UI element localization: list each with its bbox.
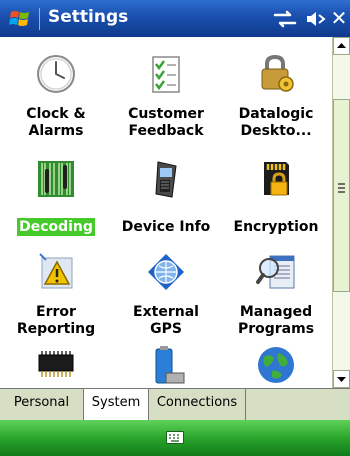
tab-system[interactable]: System [84,389,149,420]
tab-bar: Personal System Connections [0,388,350,420]
item-label-line1: Device Info [121,219,211,235]
connectivity-icon[interactable] [273,10,297,28]
scroll-up-button[interactable] [333,37,350,55]
item-label-line1: External [133,304,199,320]
item-label-line2: Feedback [128,123,204,139]
vertical-scrollbar[interactable] [332,37,350,388]
magnifier-window-icon [256,255,295,289]
item-label-line2: Reporting [16,321,96,337]
item-label-line1: Encryption [233,219,319,235]
grip-icon [338,183,345,193]
item-label-line1: Customer [128,106,204,122]
item-external-gps[interactable]: External GPS [110,252,222,352]
item-managed-programs[interactable]: Managed Programs [220,252,332,352]
item-device-info[interactable]: Device Info [110,159,222,249]
handheld-device-icon [155,161,177,198]
gps-globe-icon [148,254,184,290]
volume-icon[interactable] [304,9,326,29]
item-label-line1: Error [36,304,76,320]
item-clock-alarms[interactable]: Clock & Alarms [0,54,112,154]
warning-icon [39,253,73,289]
menu-bar [0,420,350,456]
clipboard-check-icon [152,56,180,93]
item-power[interactable] [110,345,222,388]
lock-gear-icon [261,54,294,92]
memory-chip-icon [38,351,74,377]
arrow-down-icon [337,377,346,382]
item-memory[interactable] [0,345,112,388]
item-customer-feedback[interactable]: Customer Feedback [110,54,222,154]
item-label-line1: Clock & [26,106,86,122]
item-datalogic-desktop[interactable]: Datalogic Deskto... [220,54,332,154]
item-label-line1: Decoding [17,218,95,236]
item-label-line2: Alarms [28,123,84,139]
title-separator [39,8,40,30]
battery-icon [155,346,185,384]
item-encryption[interactable]: Encryption [220,159,332,249]
scroll-thumb[interactable] [333,99,350,292]
item-label-line1: Datalogic [238,106,314,122]
title-bar: Settings ✕ [0,0,350,37]
clock-icon [37,55,75,93]
item-label-line2: Programs [237,321,315,337]
settings-grid: Clock & Alarms Customer Feedback Datalog… [0,37,332,388]
item-label-line1: Managed [239,304,313,320]
page-title: Settings [48,7,129,27]
scroll-down-button[interactable] [333,370,350,388]
close-icon[interactable]: ✕ [329,6,349,30]
sd-card-lock-icon [264,162,289,196]
tab-connections[interactable]: Connections [149,389,246,420]
tab-personal[interactable]: Personal [0,389,84,420]
item-decoding[interactable]: Decoding [0,159,112,249]
item-regional-settings[interactable] [220,345,332,388]
item-label-line2: Deskto... [240,123,312,139]
keyboard-icon[interactable] [166,431,184,444]
windows-start-icon[interactable] [9,8,31,30]
arrow-up-icon [337,43,346,48]
item-error-reporting[interactable]: Error Reporting [0,252,112,352]
barcode-icon [38,161,74,197]
earth-globe-icon [258,347,294,383]
item-label-line2: GPS [150,321,182,337]
